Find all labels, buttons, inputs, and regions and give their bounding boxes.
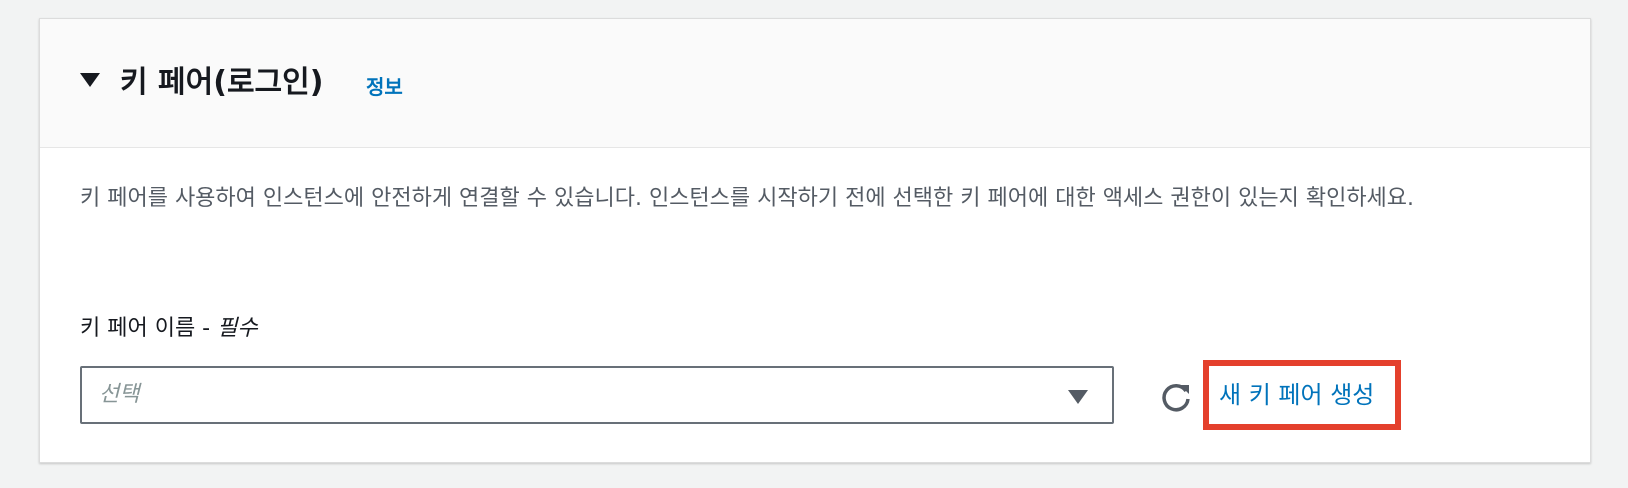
- info-link[interactable]: 정보: [366, 73, 403, 101]
- chevron-down-icon: [1068, 390, 1088, 404]
- key-pair-name-label: 키 페어 이름 - 필수: [80, 312, 258, 346]
- key-pair-panel: 키 페어(로그인) 정보 키 페어를 사용하여 인스턴스에 안전하게 연결할 수…: [39, 18, 1591, 463]
- select-placeholder: 선택: [99, 382, 140, 407]
- key-pair-select[interactable]: 선택: [80, 366, 1114, 424]
- section-description: 키 페어를 사용하여 인스턴스에 안전하게 연결할 수 있습니다. 인스턴스를 …: [80, 186, 1415, 211]
- caret-down-icon[interactable]: [80, 73, 100, 87]
- refresh-icon[interactable]: [1158, 379, 1194, 415]
- label-text: 키 페어 이름 -: [80, 316, 218, 341]
- panel-title: 키 페어(로그인): [120, 65, 324, 100]
- create-key-pair-highlight: 새 키 페어 생성: [1203, 360, 1401, 430]
- required-label: 필수: [217, 316, 258, 341]
- panel-header[interactable]: 키 페어(로그인) 정보: [40, 19, 1590, 148]
- create-key-pair-link[interactable]: 새 키 페어 생성: [1219, 380, 1374, 410]
